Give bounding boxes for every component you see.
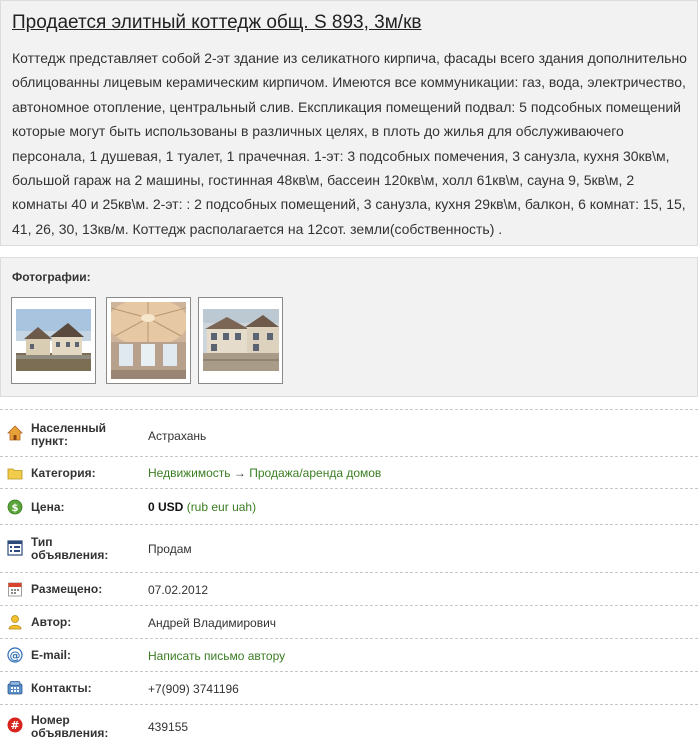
svg-text:$: $ bbox=[12, 503, 19, 514]
pool-dome-interior-photo bbox=[111, 302, 186, 379]
property-label-city: Населенный пункт: bbox=[31, 421, 106, 448]
property-value-contacts: +7(909) 3741196 bbox=[148, 682, 239, 696]
property-value-author: Андрей Владимирович bbox=[148, 616, 277, 630]
property-value-posted: 07.02.2012 bbox=[148, 583, 209, 597]
property-label-category: Категория: bbox=[31, 466, 96, 480]
category-arrow: → bbox=[233, 466, 246, 480]
property-value-ad-number: 439155 bbox=[148, 720, 189, 734]
price-paren-close: ) bbox=[252, 500, 257, 514]
price-amount: 0 USD bbox=[148, 500, 184, 514]
property-value-city: Астрахань bbox=[148, 429, 207, 443]
property-row-price: $ Цена: 0 USD (rub eur uah) bbox=[0, 488, 698, 524]
photo-thumbnail-1[interactable] bbox=[11, 297, 96, 384]
hash-icon: # bbox=[7, 717, 23, 733]
category-link-houses[interactable]: Продажа/аренда домов bbox=[249, 466, 381, 480]
photo-thumbnail-3[interactable] bbox=[198, 297, 283, 384]
ad-type-icon bbox=[7, 540, 23, 556]
property-label-author: Автор: bbox=[31, 615, 72, 629]
photos-heading: Фотографии: bbox=[12, 270, 91, 284]
photos-box: Фотографии: bbox=[0, 257, 698, 397]
property-value-email: Написать письмо автору bbox=[148, 649, 285, 663]
property-row-author: Автор: Андрей Владимирович bbox=[0, 605, 698, 638]
at-icon: @ bbox=[7, 647, 23, 663]
listing-description: Коттедж представляет собой 2-эт здание и… bbox=[12, 50, 687, 237]
property-value-ad-type: Продам bbox=[148, 542, 192, 556]
description-box: Продается элитный коттедж общ. S 893, 3м… bbox=[0, 0, 698, 246]
folder-icon bbox=[7, 468, 23, 480]
property-row-ad-number: # Номер объявления: 439155 bbox=[0, 704, 698, 750]
currency-uah-link[interactable]: uah bbox=[232, 500, 252, 514]
calendar-icon bbox=[8, 582, 22, 597]
property-value-category: Недвижимость → Продажа/аренда домов bbox=[148, 466, 381, 480]
property-label-ad-number: Номер объявления: bbox=[31, 713, 109, 740]
property-label-price: Цена: bbox=[31, 500, 65, 514]
phone-icon bbox=[7, 681, 23, 695]
home-icon bbox=[7, 425, 23, 441]
property-value-price: 0 USD (rub eur uah) bbox=[148, 500, 256, 514]
property-label-ad-type: Тип объявления: bbox=[31, 535, 109, 562]
property-label-posted: Размещено: bbox=[31, 582, 103, 596]
property-row-contacts: Контакты: +7(909) 3741196 bbox=[0, 671, 698, 704]
svg-text:#: # bbox=[10, 719, 19, 732]
property-label-email: E-mail: bbox=[31, 648, 72, 662]
photo-thumbnail-2[interactable] bbox=[106, 297, 191, 384]
property-label-contacts: Контакты: bbox=[31, 681, 92, 695]
property-row-posted: Размещено: 07.02.2012 bbox=[0, 572, 698, 605]
property-row-ad-type: Тип объявления: Продам bbox=[0, 524, 698, 572]
cottage-exterior-photo bbox=[16, 309, 91, 371]
category-link-realty[interactable]: Недвижимость bbox=[148, 466, 231, 480]
user-icon bbox=[8, 615, 22, 630]
currency-eur-link[interactable]: eur bbox=[211, 500, 228, 514]
property-row-city: Населенный пункт: Астрахань bbox=[0, 409, 698, 456]
property-row-category: Категория: Недвижимость → Продажа/аренда… bbox=[0, 456, 698, 488]
listing-title[interactable]: Продается элитный коттедж общ. S 893, 3м… bbox=[12, 12, 422, 34]
dollar-coin-icon: $ bbox=[7, 499, 23, 515]
currency-rub-link[interactable]: rub bbox=[191, 500, 208, 514]
svg-text:@: @ bbox=[10, 649, 21, 662]
write-author-link[interactable]: Написать письмо автору bbox=[148, 649, 285, 663]
property-row-email: @ E-mail: Написать письмо автору bbox=[0, 638, 698, 671]
cottage-facade-photo bbox=[203, 309, 279, 371]
